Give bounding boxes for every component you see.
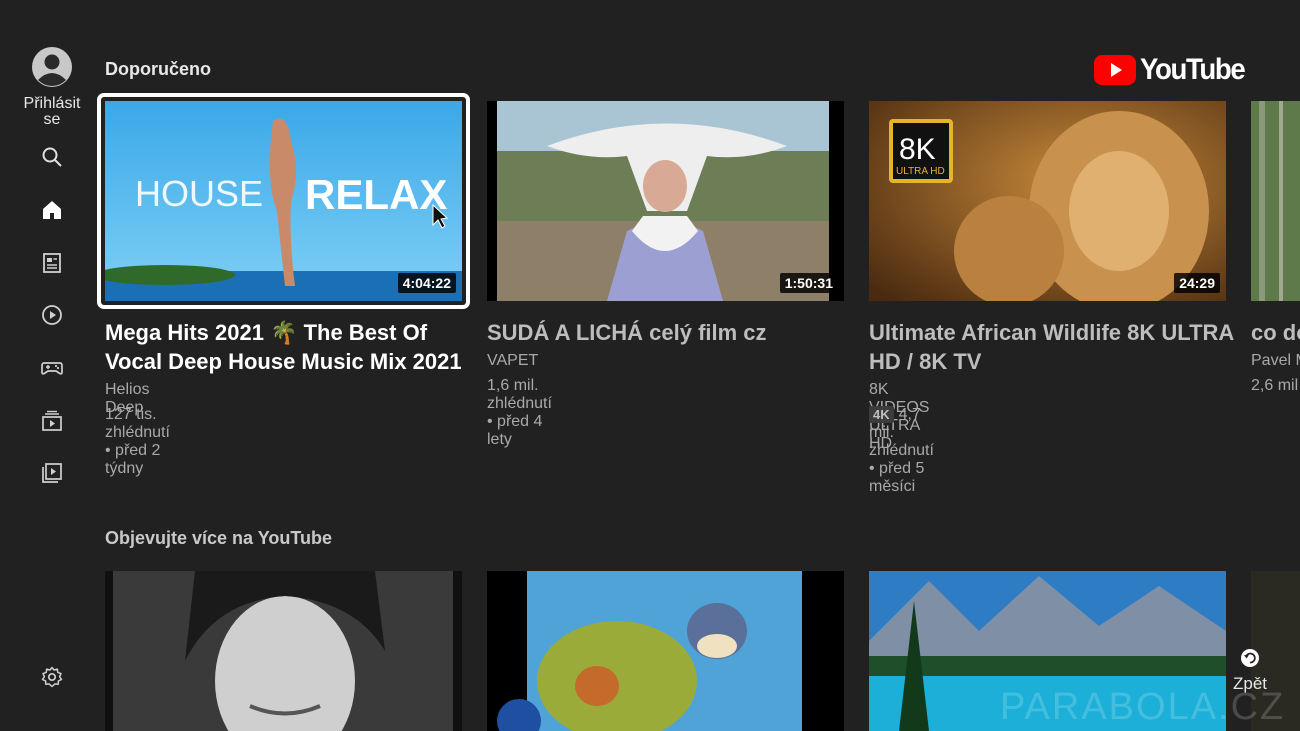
library-icon[interactable]: [40, 303, 64, 327]
home-icon[interactable]: [40, 198, 64, 222]
video-meta: 127 tis. zhlédnutí • před 2 týdny: [105, 406, 170, 477]
video-title: Mega Hits 2021 🌴 The Best Of Vocal Deep …: [105, 320, 462, 374]
video-channel: Pavel M: [1251, 352, 1300, 369]
sign-in-label: Přihlásit se: [23, 95, 81, 128]
video-title: Ultimate African Wildlife 8K ULTRA HD / …: [869, 320, 1234, 374]
video-thumbnail[interactable]: [105, 571, 462, 731]
youtube-play-icon: [1094, 55, 1136, 85]
video-thumbnail[interactable]: HOUSE RELAX 4:04:22: [105, 101, 462, 301]
sign-in-button[interactable]: Přihlásit se: [20, 46, 84, 128]
video-channel: VAPET: [487, 352, 539, 369]
playlists-icon[interactable]: [40, 461, 64, 485]
video-thumbnail[interactable]: 8K ULTRA HD 24:29: [869, 101, 1226, 301]
video-thumbnail[interactable]: 1:50:31: [487, 101, 844, 301]
youtube-logo: YouTube: [1094, 53, 1253, 87]
video-meta: 2,6 mil: [1251, 377, 1299, 394]
video-meta: 1,6 mil. zhlédnutí • před 4 lety: [487, 377, 552, 448]
avatar-icon: [31, 46, 73, 88]
thumb-badge-8k: 8K: [899, 133, 936, 166]
row-title-recommended: Doporučeno: [105, 59, 211, 79]
settings-icon[interactable]: [40, 665, 64, 689]
row-title-explore: Objevujte více na YouTube: [105, 528, 333, 548]
duration-badge: 24:29: [1174, 273, 1220, 293]
thumb-text-house: HOUSE: [135, 173, 263, 214]
gaming-icon[interactable]: [40, 356, 64, 380]
logo-wordmark: YouTube: [1140, 53, 1246, 86]
duration-badge: 4:04:22: [397, 273, 456, 293]
thumb-badge-uhd: ULTRA HD: [896, 166, 945, 177]
video-thumbnail[interactable]: [487, 571, 844, 731]
queue-icon[interactable]: [40, 409, 64, 433]
video-title: co do: [1251, 320, 1300, 345]
video-meta: 4K 4,7 mil. zhlédnutí • před 5 měsíci: [869, 406, 934, 496]
video-thumbnail[interactable]: [1251, 101, 1300, 301]
video-title: SUDÁ A LICHÁ celý film cz: [487, 320, 767, 345]
sidebar: Přihlásit se: [0, 0, 104, 731]
watermark: PARABOLA.CZ: [1000, 686, 1286, 728]
subscriptions-icon[interactable]: [40, 251, 64, 275]
thumb-text-relax: RELAX: [305, 171, 447, 218]
quality-badge: 4K: [869, 406, 894, 423]
back-icon: [1240, 648, 1260, 668]
duration-badge: 1:50:31: [779, 273, 838, 293]
search-icon[interactable]: [40, 145, 64, 169]
